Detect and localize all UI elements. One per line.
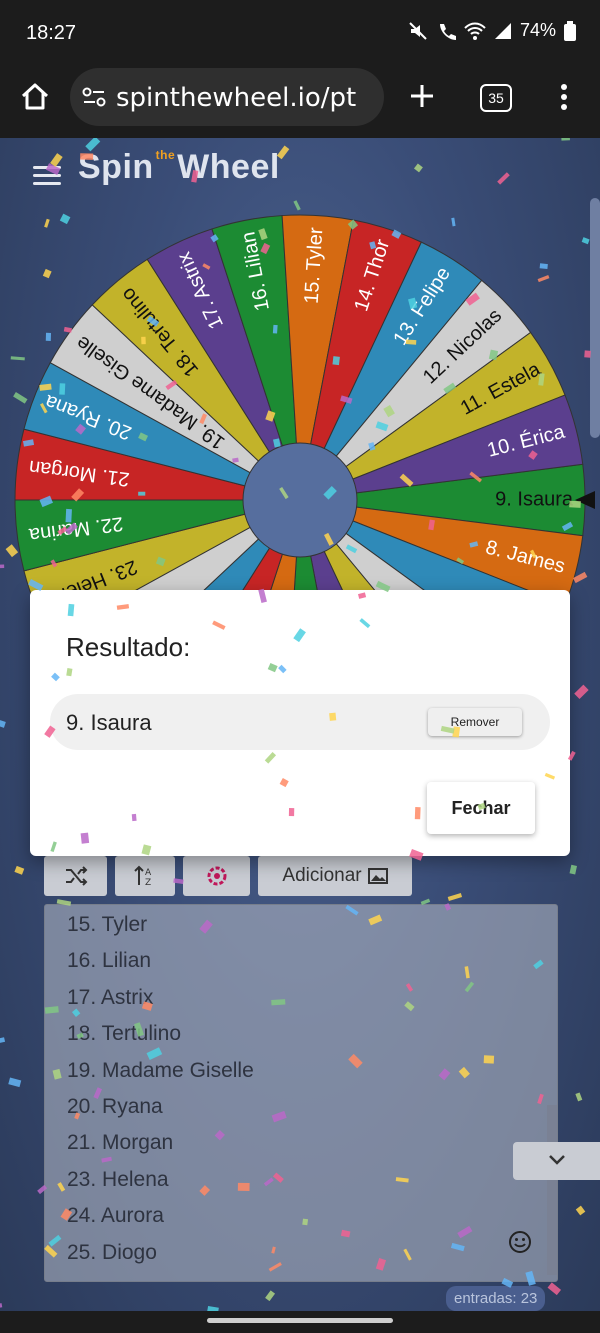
entries-count: entradas: 23: [446, 1286, 546, 1311]
confetti-piece: [0, 1303, 3, 1309]
confetti-piece: [14, 865, 25, 875]
entry-item[interactable]: 19. Madame Giselle: [45, 1053, 557, 1089]
entry-item[interactable]: 23. Helena: [45, 1162, 557, 1198]
result-dialog: Resultado: 9. Isaura Remover Fechar: [30, 590, 570, 856]
entry-item[interactable]: 20. Ryana: [45, 1089, 557, 1125]
logo-spin: Spin: [78, 148, 154, 186]
shuffle-icon: [65, 866, 87, 886]
new-tab-icon[interactable]: [408, 82, 436, 110]
confetti-piece: [413, 163, 423, 173]
call-icon: [439, 23, 456, 40]
logo-the: the: [155, 148, 176, 162]
app-logo: Spin theWheel: [78, 148, 280, 187]
confetti-piece: [8, 1077, 22, 1088]
app-page: SpintheWheel 9. Isaura8. James7. Jane6. …: [0, 138, 600, 1333]
add-button-label: Adicionar: [282, 865, 362, 886]
signal-icon: [494, 22, 511, 39]
logo-wheel: Wheel: [177, 148, 280, 186]
svg-text:A: A: [145, 868, 152, 878]
confetti-piece: [497, 172, 510, 185]
battery-icon: [564, 20, 576, 41]
entry-item[interactable]: 15. Tyler: [45, 907, 557, 943]
confetti-piece: [547, 1282, 562, 1296]
entry-item[interactable]: 17. Astrix: [45, 980, 557, 1016]
gesture-nav-bar: [0, 1311, 600, 1333]
confetti-piece: [50, 153, 63, 167]
home-indicator[interactable]: [207, 1318, 393, 1323]
remove-button[interactable]: Remover: [428, 708, 522, 736]
entry-item[interactable]: 16. Lilian: [45, 943, 557, 979]
result-row: 9. Isaura Remover: [50, 694, 550, 750]
chevron-down-icon: [549, 1155, 565, 1165]
svg-text:Z: Z: [145, 878, 151, 887]
entries-toolbar: AZ Adicionar: [44, 856, 412, 896]
entry-item[interactable]: 18. Tertulino: [45, 1016, 557, 1052]
confetti-piece: [0, 720, 6, 728]
entries-scrollbar[interactable]: [547, 1105, 557, 1275]
confetti-piece: [265, 1290, 276, 1302]
scroll-down-button[interactable]: [513, 1142, 600, 1180]
image-icon: [367, 868, 388, 884]
status-bar: 18:27 74%: [0, 0, 600, 66]
battery-percent: 74%: [519, 20, 556, 40]
wheel-hub[interactable]: [242, 442, 358, 558]
dialog-title: Resultado:: [66, 632, 191, 662]
page-scrollbar[interactable]: [590, 198, 600, 438]
confetti-piece: [447, 893, 463, 901]
status-icons: 74%: [408, 20, 576, 41]
entry-item[interactable]: 24. Aurora: [45, 1198, 557, 1234]
confetti-piece: [561, 138, 570, 141]
mute-icon: [409, 21, 427, 40]
result-name: 9. Isaura: [66, 710, 152, 735]
tab-switcher-button[interactable]: 35: [480, 84, 512, 112]
confetti-piece: [574, 684, 589, 700]
close-button[interactable]: Fechar: [427, 782, 535, 834]
address-bar[interactable]: spinthewheel.io/pt: [70, 68, 384, 126]
wifi-icon: [464, 22, 486, 40]
settings-button[interactable]: [183, 856, 250, 896]
entries-textarea[interactable]: 15. Tyler 16. Lilian 17. Astrix 18. Tertuli…: [44, 904, 558, 1282]
confetti-piece: [569, 864, 577, 875]
confetti-piece: [575, 1205, 586, 1216]
confetti-piece: [575, 1092, 583, 1102]
entry-item[interactable]: 25. Diogo: [45, 1235, 557, 1271]
more-menu-icon[interactable]: [556, 82, 572, 112]
confetti-piece: [0, 1037, 6, 1045]
entry-item[interactable]: 21. Morgan: [45, 1125, 557, 1161]
shuffle-button[interactable]: [44, 856, 107, 896]
home-icon[interactable]: [20, 82, 50, 112]
sort-icon: AZ: [134, 865, 152, 887]
menu-icon[interactable]: [33, 166, 61, 186]
wheel-segment-label: 9. Isaura: [495, 488, 574, 510]
url-text: spinthewheel.io/pt: [116, 83, 357, 113]
add-button[interactable]: Adicionar: [258, 856, 412, 896]
emoji-icon[interactable]: [508, 1230, 532, 1254]
sort-button[interactable]: AZ: [115, 856, 175, 896]
status-time: 18:27: [26, 22, 77, 44]
browser-bar: spinthewheel.io/pt 35: [0, 66, 600, 138]
gear-icon: [207, 866, 226, 886]
site-settings-icon[interactable]: [82, 87, 106, 107]
